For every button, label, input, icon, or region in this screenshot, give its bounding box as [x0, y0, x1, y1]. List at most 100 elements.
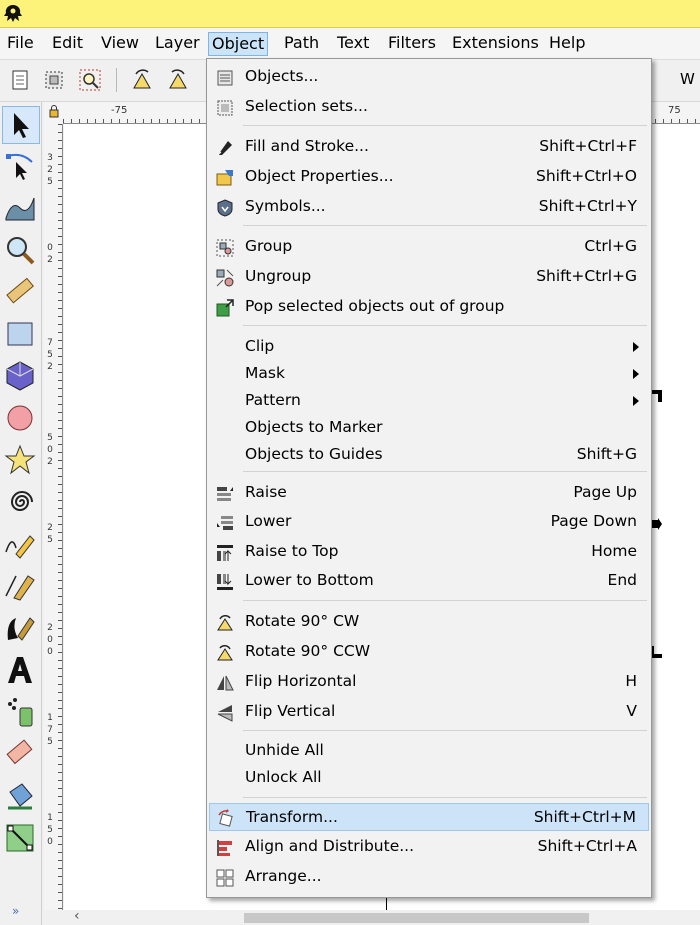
menu-item-rotate-cw[interactable]: Rotate 90° CW [209, 608, 649, 636]
gradient-tool[interactable] [2, 820, 40, 858]
menu-item-selection-sets[interactable]: Selection sets... [209, 93, 649, 121]
menu-item-raise-to-top[interactable]: Raise to Top Home [209, 538, 649, 566]
menu-item-objects-to-marker[interactable]: Objects to Marker [209, 414, 649, 442]
node-tool[interactable] [2, 148, 40, 186]
3d-box-tool[interactable] [2, 358, 40, 396]
menu-item-flip-vertical[interactable]: Flip Vertical V [209, 698, 649, 726]
menu-extensions[interactable]: Extensions [449, 32, 542, 56]
menu-file[interactable]: File [4, 32, 37, 56]
menu-path[interactable]: Path [281, 32, 322, 56]
menu-view[interactable]: View [98, 32, 142, 56]
ruler-label: 0 [47, 837, 53, 847]
vertical-ruler[interactable]: 3 2 5 0 2 7 5 2 5 0 2 2 5 2 0 0 1 7 5 1 … [44, 124, 63, 910]
text-tool[interactable] [2, 652, 40, 690]
ruler-label: 5 [47, 433, 53, 443]
menu-layer[interactable]: Layer [152, 32, 203, 56]
ruler-label: 0 [47, 445, 53, 455]
raise-icon [217, 487, 233, 501]
scrollbar-thumb[interactable] [244, 913, 589, 923]
objects-icon [217, 70, 233, 86]
menu-separator [243, 797, 647, 798]
ruler-label: 2 [47, 623, 53, 633]
menu-item-label: Mask [245, 364, 285, 382]
selector-tool[interactable] [2, 106, 40, 144]
zoom-tool[interactable] [2, 232, 40, 270]
menu-item-label: Rotate 90° CW [245, 612, 360, 630]
menu-item-ungroup[interactable]: Ungroup Shift+Ctrl+G [209, 263, 649, 291]
ruler-label: 2 [47, 523, 53, 533]
ruler-label: -75 [111, 105, 128, 116]
eraser-tool[interactable] [2, 736, 40, 774]
horizontal-scrollbar[interactable]: ‹ [64, 908, 700, 925]
object-menu-dropdown: Objects... Selection sets... Fill and St… [206, 58, 652, 898]
ruler-label: 5 [47, 535, 53, 545]
menu-item-label: Unhide All [245, 741, 324, 759]
ruler-label: 0 [47, 635, 53, 645]
ruler-label: 75 [668, 105, 681, 116]
rotate-ccw-toolbar-icon[interactable] [128, 66, 156, 94]
menu-item-shortcut: Ctrl+G [584, 237, 637, 255]
tweak-tool[interactable] [2, 190, 40, 228]
group-icon [216, 239, 234, 257]
calligraphy-tool[interactable] [2, 610, 40, 648]
more-tools-chevron[interactable]: » [12, 904, 19, 918]
menu-item-objects[interactable]: Objects... [209, 63, 649, 91]
pencil-tool[interactable] [2, 526, 40, 564]
menu-item-objects-to-guides[interactable]: Objects to Guides Shift+G [209, 441, 649, 469]
menu-separator [243, 225, 647, 226]
menu-item-lower-to-bottom[interactable]: Lower to Bottom End [209, 567, 649, 595]
menu-object[interactable]: Object [208, 32, 269, 56]
spray-tool[interactable] [2, 694, 40, 732]
pen-tool[interactable] [2, 568, 40, 606]
menu-item-label: Pop selected objects out of group [245, 297, 505, 315]
menu-filters[interactable]: Filters [385, 32, 439, 56]
rotate-ccw-icon [217, 645, 233, 661]
ruler-label: 5 [47, 350, 53, 360]
select-all-icon[interactable] [6, 66, 34, 94]
rectangle-tool[interactable] [2, 316, 40, 354]
submenu-arrow-icon [633, 396, 639, 406]
menu-item-clip[interactable]: Clip [209, 333, 649, 361]
star-tool[interactable] [2, 442, 40, 480]
select-all-layers-icon[interactable] [40, 66, 68, 94]
menu-item-shortcut: Shift+Ctrl+F [539, 137, 637, 155]
selector-tool-icon [14, 113, 29, 138]
zoom-selection-icon[interactable] [76, 66, 104, 94]
selection-sets-icon [217, 100, 233, 116]
menu-item-unlock-all[interactable]: Unlock All [209, 764, 649, 792]
menu-help[interactable]: Help [546, 32, 588, 56]
menu-item-arrange[interactable]: Arrange... [209, 863, 649, 891]
spiral-tool-icon [10, 491, 33, 511]
menu-item-pop-out-of-group[interactable]: Pop selected objects out of group [209, 293, 649, 321]
menu-item-transform[interactable]: Transform... Shift+Ctrl+M [209, 803, 649, 831]
star-tool-icon [4, 444, 36, 475]
menu-item-fill-and-stroke[interactable]: Fill and Stroke... Shift+Ctrl+F [209, 133, 649, 161]
spiral-tool[interactable] [2, 484, 40, 522]
menu-item-rotate-ccw[interactable]: Rotate 90° CCW [209, 638, 649, 666]
menu-item-object-properties[interactable]: Object Properties... Shift+Ctrl+O [209, 163, 649, 191]
ellipse-tool[interactable] [2, 400, 40, 438]
menu-item-raise[interactable]: Raise Page Up [209, 479, 649, 507]
symbols-icon [217, 199, 233, 217]
measure-tool[interactable] [2, 274, 40, 312]
menu-item-shortcut: Home [591, 542, 637, 560]
menu-item-mask[interactable]: Mask [209, 360, 649, 388]
scroll-left-icon[interactable]: ‹ [74, 908, 80, 924]
menu-item-label: Objects... [245, 67, 319, 85]
lock-guides-icon[interactable] [44, 102, 63, 124]
zoom-tool-icon [7, 237, 35, 265]
menu-item-shortcut: H [625, 672, 637, 690]
menu-text[interactable]: Text [334, 32, 372, 56]
paint-bucket-tool[interactable] [2, 778, 40, 816]
menu-item-lower[interactable]: Lower Page Down [209, 508, 649, 536]
menu-item-pattern[interactable]: Pattern [209, 387, 649, 415]
rotate-cw-toolbar-icon[interactable] [164, 66, 192, 94]
menu-edit[interactable]: Edit [49, 32, 86, 56]
menu-item-unhide-all[interactable]: Unhide All [209, 737, 649, 765]
menu-item-flip-horizontal[interactable]: Flip Horizontal H [209, 668, 649, 696]
menu-item-align-and-distribute[interactable]: Align and Distribute... Shift+Ctrl+A [209, 833, 649, 861]
ruler-label: 7 [47, 725, 53, 735]
menu-item-symbols[interactable]: Symbols... Shift+Ctrl+Y [209, 193, 649, 221]
ruler-corner [44, 102, 63, 124]
menu-item-group[interactable]: Group Ctrl+G [209, 233, 649, 261]
